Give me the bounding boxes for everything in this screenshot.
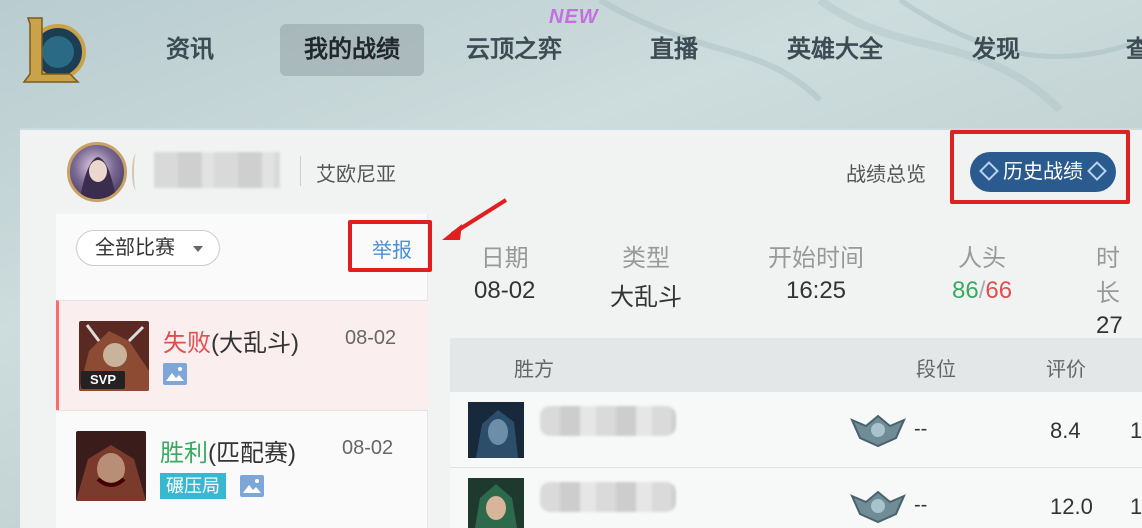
- nav-item-my-record[interactable]: 我的战绩: [280, 24, 424, 76]
- stat-date: 日期 08-02: [474, 238, 535, 305]
- stat-label: 人头: [958, 245, 1007, 272]
- match-filter-dropdown[interactable]: 全部比赛: [76, 230, 220, 266]
- nav-item-search[interactable]: 查: [1126, 24, 1142, 76]
- match-result-text: 失败: [163, 330, 211, 357]
- nav-item-tft[interactable]: 云顶之弈: [454, 24, 574, 76]
- match-result: 失败(大乱斗): [163, 323, 299, 358]
- champion-icon: [468, 402, 524, 458]
- table-row[interactable]: -- 12.0 1: [450, 468, 1142, 528]
- match-result: 胜利(匹配赛): [160, 433, 296, 468]
- stat-label: 类型: [622, 245, 670, 272]
- stat-kills: 人头 86/66: [952, 238, 1012, 305]
- player-extra: 1: [1130, 418, 1142, 443]
- nav-item-live[interactable]: 直播: [636, 24, 712, 76]
- stat-type: 类型 大乱斗: [610, 238, 682, 312]
- record-overview-link[interactable]: 战绩总览: [846, 158, 926, 187]
- header-score: 评价: [1046, 359, 1086, 381]
- match-date: 08-02: [345, 327, 397, 349]
- image-icon[interactable]: [240, 475, 264, 497]
- stat-start-time: 开始时间 16:25: [768, 238, 864, 305]
- match-list-panel: 全部比赛 举报 SVP 失败(大乱斗) 08-02 胜利(匹配赛) 08-02 …: [56, 214, 432, 528]
- champion-icon: [76, 431, 146, 501]
- table-row[interactable]: -- 8.4 1: [450, 392, 1142, 468]
- crush-game-tag: 碾压局: [160, 473, 226, 499]
- image-icon[interactable]: [163, 363, 187, 385]
- history-button-highlight-box: [950, 130, 1130, 204]
- player-name-redacted: [540, 482, 676, 512]
- stat-label: 日期: [480, 245, 529, 272]
- server-name: 艾欧尼亚: [316, 164, 396, 186]
- stat-value: 大乱斗: [610, 284, 682, 311]
- kills-loser: 66: [985, 277, 1013, 304]
- main-panel: 艾欧尼亚 战绩总览 历史战绩 全部比赛 举报 SVP 失败(大乱斗) 08-02…: [20, 128, 1142, 528]
- report-highlight-box: [348, 220, 432, 272]
- match-detail-panel: 日期 08-02 类型 大乱斗 开始时间 16:25 人头 86/66 时长 2…: [430, 214, 1142, 528]
- player-rank: --: [914, 418, 928, 440]
- rank-emblem-icon: [850, 490, 906, 524]
- stat-label: 时长: [1096, 245, 1120, 307]
- match-mode: (大乱斗): [211, 330, 299, 357]
- new-badge: NEW: [549, 6, 599, 28]
- player-name-redacted: [540, 406, 676, 436]
- nav-item-news[interactable]: 资讯: [148, 24, 232, 76]
- divider: [300, 156, 301, 186]
- match-list-item[interactable]: 胜利(匹配赛) 08-02 碾压局: [56, 410, 428, 520]
- avatar[interactable]: [67, 142, 127, 202]
- player-score: 8.4: [1050, 418, 1081, 443]
- match-filter-label: 全部比赛: [95, 237, 175, 259]
- player-score: 12.0: [1050, 494, 1093, 519]
- stat-label: 开始时间: [768, 245, 864, 272]
- summoner-name-redacted: [154, 152, 280, 188]
- stat-value: 08-02: [474, 277, 536, 304]
- rank-emblem-icon: [850, 414, 906, 448]
- kills-winner: 86: [952, 277, 979, 304]
- match-date: 08-02: [342, 437, 394, 459]
- champion-icon: [468, 478, 524, 528]
- lol-logo-icon[interactable]: [20, 14, 86, 86]
- header-rank: 段位: [916, 359, 956, 381]
- match-list-item[interactable]: SVP 失败(大乱斗) 08-02: [56, 300, 428, 410]
- nav-item-champions[interactable]: 英雄大全: [776, 24, 894, 76]
- chevron-down-icon: [193, 246, 203, 252]
- match-result-text: 胜利: [160, 440, 208, 467]
- player-rank: --: [914, 494, 928, 516]
- stat-value: 86/66: [952, 277, 1012, 305]
- champion-portrait-icon: [80, 157, 116, 199]
- profile-bar: 艾欧尼亚 战绩总览 历史战绩: [20, 130, 1142, 212]
- nav-item-discover[interactable]: 发现: [958, 24, 1034, 76]
- match-mode: (匹配赛): [208, 440, 296, 467]
- stat-value: 16:25: [785, 277, 847, 304]
- avatar-frame-edge: [132, 154, 140, 190]
- team-table-header: 胜方 段位 评价: [450, 338, 1142, 392]
- header-winner: 胜方: [514, 359, 554, 381]
- player-extra: 1: [1130, 494, 1142, 519]
- svp-badge: SVP: [81, 371, 125, 389]
- top-navigation: 资讯 我的战绩 云顶之弈 NEW 直播 英雄大全 发现 查: [0, 0, 1142, 110]
